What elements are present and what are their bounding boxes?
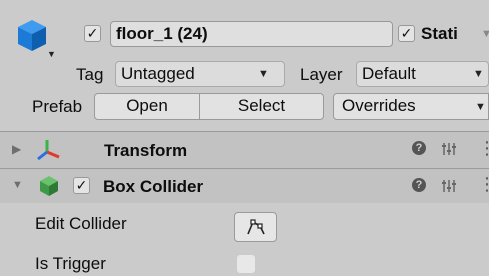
box-collider-more-icon[interactable]: ⋮ bbox=[478, 174, 489, 195]
is-trigger-checkbox[interactable] bbox=[237, 255, 255, 273]
tag-dropdown-arrow-icon[interactable]: ▼ bbox=[258, 68, 269, 80]
layer-label: Layer bbox=[300, 65, 343, 84]
box-collider-component-header[interactable]: ▼ ✓ Box Collider ? ⋮ bbox=[0, 169, 489, 203]
box-collider-help-icon[interactable]: ? bbox=[412, 178, 426, 192]
static-label[interactable]: Stati bbox=[421, 24, 458, 44]
prefab-overrides-dropdown[interactable]: Overrides bbox=[333, 93, 489, 120]
active-checkbox[interactable]: ✓ bbox=[84, 25, 101, 42]
layer-dropdown-arrow-icon[interactable]: ▼ bbox=[473, 68, 484, 80]
overrides-dropdown-arrow-icon[interactable]: ▼ bbox=[475, 101, 486, 113]
edit-collider-label: Edit Collider bbox=[35, 214, 127, 233]
box-collider-enabled-checkbox[interactable]: ✓ bbox=[73, 177, 90, 194]
transform-presets-icon[interactable] bbox=[441, 141, 457, 157]
box-collider-presets-icon[interactable] bbox=[441, 178, 457, 194]
overrides-label: Overrides bbox=[342, 96, 416, 115]
transform-help-icon[interactable]: ? bbox=[412, 141, 426, 155]
box-collider-foldout-icon[interactable]: ▼ bbox=[12, 179, 23, 191]
layer-dropdown[interactable]: Default bbox=[356, 61, 489, 87]
transform-axis-icon bbox=[37, 140, 60, 161]
prefab-open-button[interactable]: Open bbox=[94, 93, 200, 120]
tag-value: Untagged bbox=[121, 64, 195, 83]
layer-value: Default bbox=[362, 64, 416, 83]
prefab-select-button[interactable]: Select bbox=[199, 93, 324, 120]
prefab-cube-icon[interactable] bbox=[15, 18, 49, 58]
static-dropdown-icon[interactable]: ▼ bbox=[481, 28, 489, 40]
is-trigger-label: Is Trigger bbox=[35, 254, 106, 273]
tag-label: Tag bbox=[76, 65, 104, 84]
transform-foldout-icon[interactable]: ▶ bbox=[12, 142, 21, 156]
edit-collider-icon bbox=[246, 219, 265, 235]
box-collider-title: Box Collider bbox=[103, 177, 204, 196]
transform-component-header[interactable]: ▶ Transform ? ⋮ bbox=[0, 132, 489, 168]
static-checkbox[interactable]: ✓ bbox=[398, 25, 415, 42]
edit-collider-button[interactable] bbox=[234, 212, 277, 242]
transform-more-icon[interactable]: ⋮ bbox=[478, 138, 489, 159]
object-name-input[interactable]: floor_1 (24) bbox=[110, 21, 393, 47]
prefab-label: Prefab bbox=[32, 97, 83, 116]
icon-dropdown-caret[interactable]: ▼ bbox=[47, 49, 56, 59]
box-collider-icon bbox=[40, 176, 58, 196]
transform-title: Transform bbox=[104, 141, 188, 160]
